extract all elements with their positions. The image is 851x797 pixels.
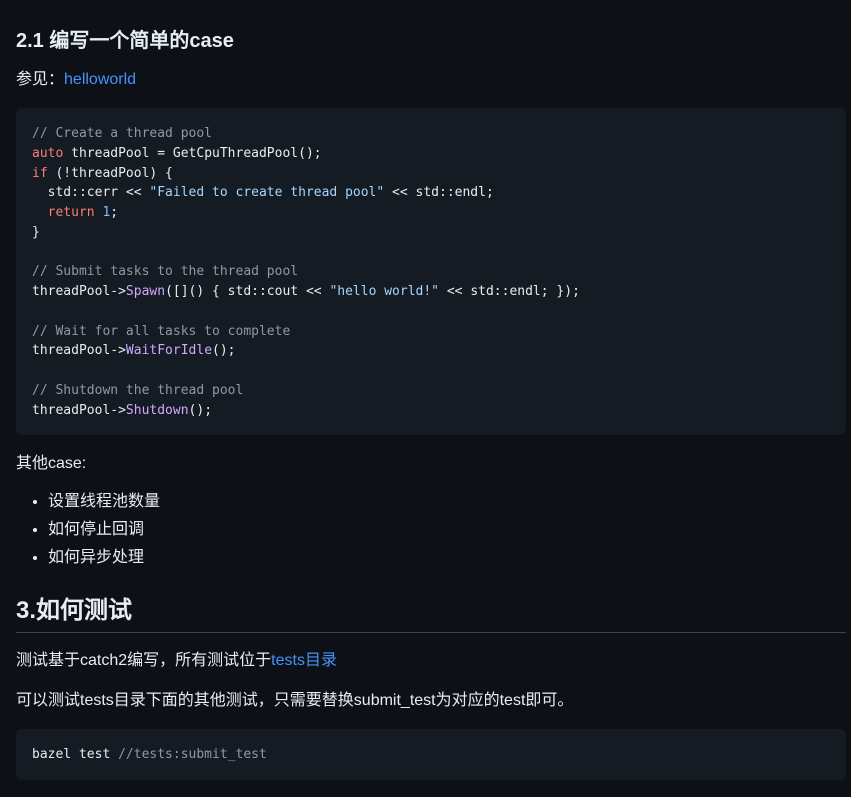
other-cases-label: 其他case: [16,455,87,472]
code-token: threadPool-> [32,284,126,299]
code-line: } [32,223,830,243]
code-line: if (!threadPool) { [32,164,830,184]
list-item: 如何停止回调 [48,516,160,544]
code-line: auto threadPool = GetCpuThreadPool(); [32,144,830,164]
code-line: // Create a thread pool [32,124,830,144]
section-heading-2-1: 2.1 编写一个简单的case [16,30,234,52]
code-token: "hello world!" [329,284,440,299]
code-token: bazel test [32,747,119,762]
code-token: // Wait for all tasks to complete [32,323,291,339]
code-token: Spawn [125,284,166,299]
code-token: threadPool-> [32,343,126,359]
see-also-label: 参见： [16,71,65,88]
code-line: // Submit tasks to the thread pool [32,262,830,282]
code-token: } [32,224,40,240]
code-token: //tests:submit_test [118,747,267,762]
code-token: ([]() { std::cout << [165,284,330,299]
code-token: (); [212,343,236,359]
code-token: << std::endl; }); [439,284,580,299]
code-line: bazel test //tests:submit_test [32,745,830,765]
section-heading-3: 3.如何测试 [16,594,846,633]
testing-note-paragraph: 可以测试tests目录下面的其他测试，只需要替换submit_test为对应的t… [16,692,574,709]
see-also-paragraph: 参见：helloworld [16,68,136,92]
code-token: std::cerr << [32,185,150,201]
code-token: // Shutdown the thread pool [32,382,244,398]
testing-intro-paragraph: 测试基于catch2编写，所有测试位于tests目录 [16,649,337,673]
code-token: ; [110,205,119,220]
code-token: // Submit tasks to the thread pool [32,264,299,280]
tests-dir-link[interactable]: tests目录 [271,652,337,669]
code-token: Shutdown [125,402,189,418]
code-token: threadPool-> [32,402,126,418]
code-block-example[interactable]: // Create a thread pool auto threadPool =… [16,108,846,435]
code-line: threadPool->Shutdown(); [32,401,830,421]
code-token: (); [188,402,213,418]
code-block-bazel-command[interactable]: bazel test //tests:submit_test [16,729,846,780]
markdown-body: 2.1 编写一个简单的case 参见：helloworld // Create … [0,0,851,797]
code-token: // Create a thread pool [32,126,213,141]
list-item: 设置线程池数量 [48,488,160,516]
code-token: return [47,205,95,220]
code-token: threadPool = GetCpuThreadPool(); [63,145,322,161]
code-token: WaitForIdle [125,343,213,359]
list-item: 如何异步处理 [48,544,160,572]
code-line: threadPool->Spawn([]() { std::cout << "h… [32,282,830,302]
code-line: // Shutdown the thread pool [32,381,830,401]
testing-intro-text: 测试基于catch2编写，所有测试位于 [16,652,272,669]
code-token: auto [32,145,64,161]
code-line: // Wait for all tasks to complete [32,322,830,342]
code-token: << std::endl; [384,185,494,201]
other-cases-list: 设置线程池数量如何停止回调如何异步处理 [16,488,160,572]
code-line: return 1; [32,203,830,223]
code-token: (!threadPool) { [47,165,173,181]
code-token: if [32,165,48,181]
code-token: "Failed to create thread pool" [149,185,385,201]
code-line: threadPool->WaitForIdle(); [32,341,830,361]
helloworld-link[interactable]: helloworld [64,71,136,88]
code-line: std::cerr << "Failed to create thread po… [32,183,830,203]
